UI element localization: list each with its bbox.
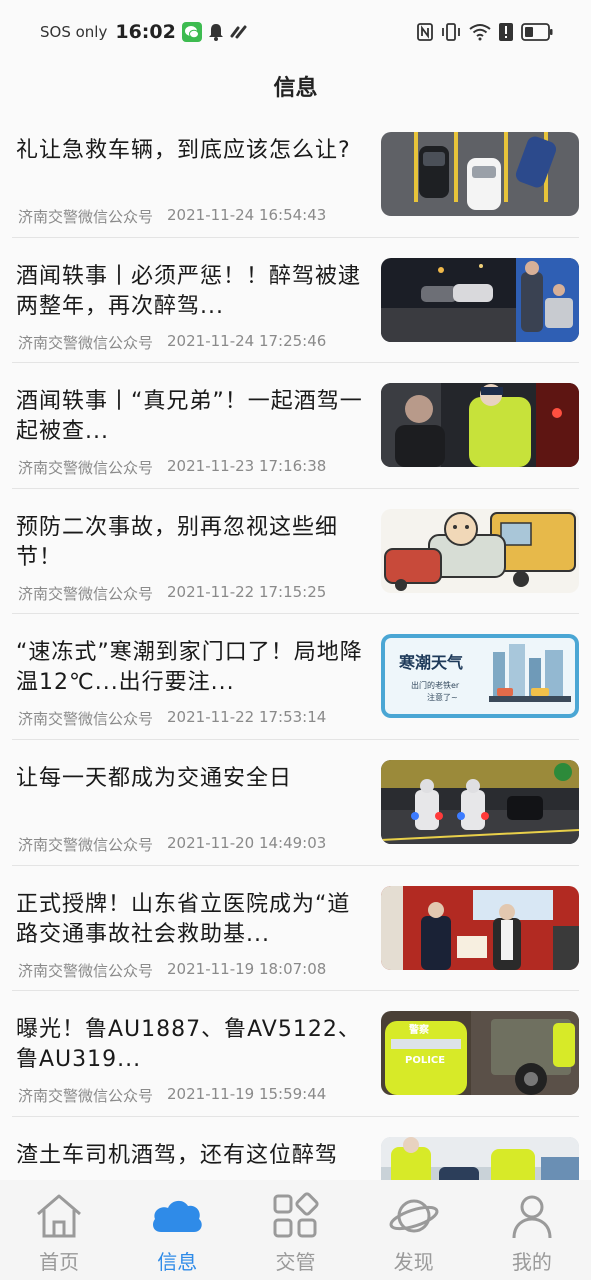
news-source: 济南交警微信公众号 xyxy=(18,835,154,854)
police-word: 警察 xyxy=(408,1023,430,1036)
carrier-text: SOS only xyxy=(40,23,108,41)
news-meta: 济南交警微信公众号 2021-11-22 17:53:14 xyxy=(18,708,326,729)
news-title: 预防二次事故，别再忽视这些细节！ xyxy=(16,514,339,570)
news-meta: 济南交警微信公众号 2021-11-20 14:49:03 xyxy=(18,834,326,855)
news-thumbnail[interactable] xyxy=(381,508,579,593)
news-thumbnail[interactable] xyxy=(381,1136,579,1180)
news-title: 让每一天都成为交通安全日 xyxy=(16,765,293,791)
news-thumbnail[interactable]: 寒潮天气 出门的老铁er 注意了~ xyxy=(381,634,579,719)
news-title: “速冻式”寒潮到家门口了！局地降温12℃...出行要注... xyxy=(16,640,363,696)
wechat-notification-icon xyxy=(181,22,202,42)
news-source: 济南交警微信公众号 xyxy=(18,459,154,478)
news-title: 礼让急救车辆，到底应该怎么让? xyxy=(16,138,351,163)
news-title: 正式授牌！山东省立医院成为“道路交通事故社会救助基... xyxy=(16,891,351,947)
page-header: 信息 xyxy=(0,64,591,108)
news-title: 酒闻轶事丨“真兄弟”！一起酒驾一起被查... xyxy=(16,389,363,445)
tab-traffic-management[interactable]: 交管 xyxy=(245,1190,345,1280)
news-meta: 济南交警微信公众号 2021-11-22 17:15:25 xyxy=(18,583,326,604)
user-icon xyxy=(504,1190,560,1242)
news-item[interactable]: 酒闻轶事丨必须严惩！！醉驾被逮两整年，再次醉驾... 济南交警微信公众号 202… xyxy=(12,238,579,364)
news-title: 酒闻轶事丨必须严惩！！醉驾被逮两整年，再次醉驾... xyxy=(16,263,362,319)
nfc-icon xyxy=(417,23,433,41)
news-item[interactable]: “速冻式”寒潮到家门口了！局地降温12℃...出行要注... 济南交警微信公众号… xyxy=(12,614,579,740)
apps-grid-icon xyxy=(267,1190,323,1242)
tab-home[interactable]: 首页 xyxy=(9,1190,109,1280)
planet-icon xyxy=(386,1190,442,1242)
tab-label: 交管 xyxy=(275,1250,316,1274)
news-time: 2021-11-19 18:07:08 xyxy=(167,959,327,978)
news-source: 济南交警微信公众号 xyxy=(18,1087,154,1106)
news-meta: 济南交警微信公众号 2021-11-23 17:16:38 xyxy=(18,457,326,478)
link-icon xyxy=(230,24,248,40)
page-title: 信息 xyxy=(273,76,318,101)
news-thumbnail[interactable] xyxy=(381,257,579,342)
news-thumbnail[interactable] xyxy=(381,383,579,468)
tab-mine[interactable]: 我的 xyxy=(482,1190,582,1280)
vibrate-icon xyxy=(441,23,461,41)
news-meta: 济南交警微信公众号 2021-11-24 17:25:46 xyxy=(18,332,326,353)
news-thumbnail[interactable] xyxy=(381,885,579,970)
news-thumbnail[interactable] xyxy=(381,132,579,216)
news-item[interactable]: 渣土车司机酒驾，还有这位醉驾 xyxy=(12,1117,579,1180)
news-source: 济南交警微信公众号 xyxy=(18,208,154,226)
news-time: 2021-11-24 16:54:43 xyxy=(167,206,327,224)
cold-wave-title: 寒潮天气 xyxy=(398,653,463,672)
news-list[interactable]: 礼让急救车辆，到底应该怎么让? 济南交警微信公众号 2021-11-24 16:… xyxy=(0,112,591,1180)
news-time: 2021-11-23 17:16:38 xyxy=(167,457,327,476)
police-en: POLICE xyxy=(405,1055,445,1066)
news-thumbnail[interactable] xyxy=(381,759,579,844)
tab-label: 首页 xyxy=(39,1250,80,1274)
news-meta: 济南交警微信公众号 2021-11-24 16:54:43 xyxy=(18,206,326,227)
news-item[interactable]: 预防二次事故，别再忽视这些细节！ 济南交警微信公众号 2021-11-22 17… xyxy=(12,489,579,615)
status-bar: SOS only 16:02 xyxy=(0,0,591,64)
tab-discover[interactable]: 发现 xyxy=(364,1190,464,1280)
news-time: 2021-11-22 17:15:25 xyxy=(167,582,327,601)
news-item[interactable]: 酒闻轶事丨“真兄弟”！一起酒驾一起被查... 济南交警微信公众号 2021-11… xyxy=(12,363,579,489)
cold-wave-sub1: 出门的老铁er xyxy=(411,680,460,690)
wifi-icon xyxy=(469,23,491,41)
tab-label: 发现 xyxy=(393,1250,434,1274)
bottom-tab-bar: 首页 信息 交管 发现 我的 xyxy=(0,1180,591,1280)
news-time: 2021-11-22 17:53:14 xyxy=(167,708,327,727)
tab-info[interactable]: 信息 xyxy=(127,1190,227,1280)
news-source: 济南交警微信公众号 xyxy=(18,584,154,603)
news-time: 2021-11-19 15:59:44 xyxy=(167,1085,327,1104)
tab-label: 我的 xyxy=(511,1250,552,1274)
news-source: 济南交警微信公众号 xyxy=(18,333,154,352)
tab-label: 信息 xyxy=(157,1250,198,1274)
news-time: 2021-11-24 17:25:46 xyxy=(167,331,327,350)
cold-wave-sub2: 注意了~ xyxy=(427,692,458,702)
news-time: 2021-11-20 14:49:03 xyxy=(167,833,327,852)
news-meta: 济南交警微信公众号 2021-11-19 15:59:44 xyxy=(18,1085,326,1106)
cloud-icon xyxy=(149,1190,205,1242)
news-thumbnail[interactable]: 警察 POLICE xyxy=(381,1011,579,1096)
news-source: 济南交警微信公众号 xyxy=(18,961,154,980)
news-item[interactable]: 正式授牌！山东省立医院成为“道路交通事故社会救助基... 济南交警微信公众号 2… xyxy=(12,866,579,992)
news-source: 济南交警微信公众号 xyxy=(18,710,154,729)
news-item[interactable]: 曝光！鲁AU1887、鲁AV5122、鲁AU319... 济南交警微信公众号 2… xyxy=(12,991,579,1117)
bell-icon xyxy=(208,23,224,41)
news-item[interactable]: 让每一天都成为交通安全日 济南交警微信公众号 2021-11-20 14:49:… xyxy=(12,740,579,866)
news-item[interactable]: 礼让急救车辆，到底应该怎么让? 济南交警微信公众号 2021-11-24 16:… xyxy=(12,112,579,238)
clock: 16:02 xyxy=(115,21,176,43)
news-meta: 济南交警微信公众号 2021-11-19 18:07:08 xyxy=(18,960,326,981)
alert-icon xyxy=(499,23,513,41)
home-icon xyxy=(31,1190,87,1242)
news-title: 渣土车司机酒驾，还有这位醉驾 xyxy=(16,1142,339,1168)
news-title: 曝光！鲁AU1887、鲁AV5122、鲁AU319... xyxy=(16,1017,361,1073)
battery-icon xyxy=(521,23,553,41)
